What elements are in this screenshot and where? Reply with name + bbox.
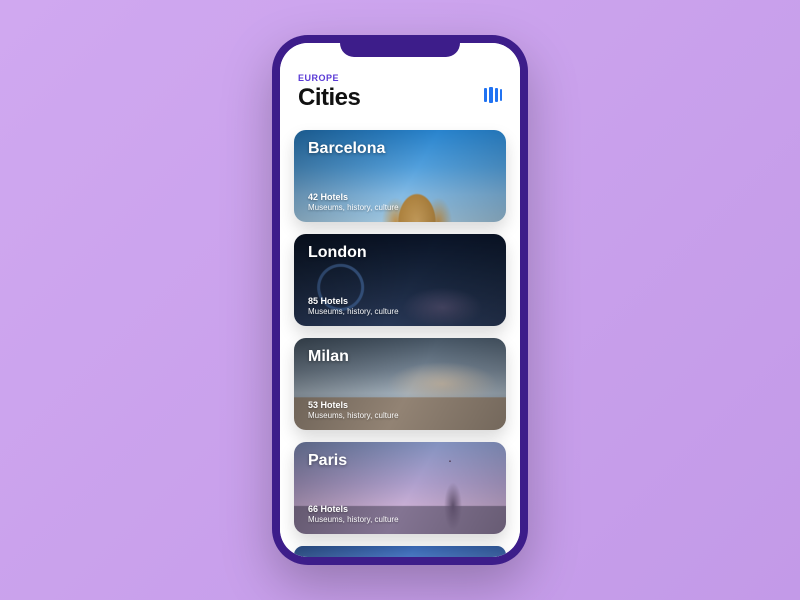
city-meta: 66 Hotels Museums, history, culture: [308, 504, 492, 524]
phone-screen: EUROPE Cities Barcelona 42 Hotels Museum…: [280, 43, 520, 557]
view-toggle-icon[interactable]: [484, 87, 502, 108]
city-name: Paris: [308, 452, 492, 470]
city-card-milan[interactable]: Milan 53 Hotels Museums, history, cultur…: [294, 338, 506, 430]
city-name: Barcelona: [308, 140, 492, 158]
city-card-paris[interactable]: Paris 66 Hotels Museums, history, cultur…: [294, 442, 506, 534]
city-tags: Museums, history, culture: [308, 411, 492, 420]
hotel-count: 66 Hotels: [308, 504, 492, 514]
city-list[interactable]: Barcelona 42 Hotels Museums, history, cu…: [280, 122, 520, 557]
city-meta: 53 Hotels Museums, history, culture: [308, 400, 492, 420]
phone-notch: [340, 35, 460, 57]
city-tags: Museums, history, culture: [308, 307, 492, 316]
hotel-count: 53 Hotels: [308, 400, 492, 410]
city-meta: 85 Hotels Museums, history, culture: [308, 296, 492, 316]
page-title: Cities: [298, 84, 360, 112]
city-tags: Museums, history, culture: [308, 203, 492, 212]
city-meta: 42 Hotels Museums, history, culture: [308, 192, 492, 212]
hotel-count: 85 Hotels: [308, 296, 492, 306]
city-card-london[interactable]: London 85 Hotels Museums, history, cultu…: [294, 234, 506, 326]
city-name: London: [308, 244, 492, 262]
hotel-count: 42 Hotels: [308, 192, 492, 202]
header-eyebrow: EUROPE: [298, 73, 360, 83]
phone-frame: EUROPE Cities Barcelona 42 Hotels Museum…: [272, 35, 528, 565]
city-card-peek[interactable]: [294, 546, 506, 557]
city-name: Milan: [308, 348, 492, 366]
city-tags: Museums, history, culture: [308, 515, 492, 524]
header-titles: EUROPE Cities: [298, 73, 360, 112]
city-card-barcelona[interactable]: Barcelona 42 Hotels Museums, history, cu…: [294, 130, 506, 222]
